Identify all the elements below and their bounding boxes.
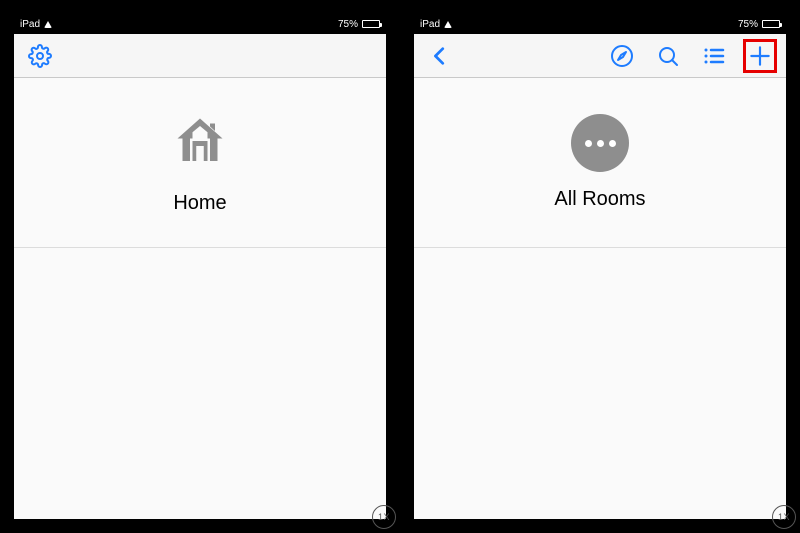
toolbar (414, 34, 786, 78)
zoom-badge: 1X (372, 505, 396, 529)
content-area: All Rooms (414, 78, 786, 519)
search-button[interactable] (652, 40, 684, 72)
status-left: iPad (420, 19, 452, 30)
battery-icon (362, 20, 380, 28)
settings-button[interactable] (24, 40, 56, 72)
status-bar: iPad 75% (14, 14, 386, 34)
back-chevron-icon (429, 45, 451, 67)
status-left: iPad (20, 19, 52, 30)
device-screen: iPad 75% Home (14, 14, 386, 519)
status-right: 75% (738, 19, 780, 30)
toolbar (14, 34, 386, 78)
all-rooms-tile-label: All Rooms (554, 188, 645, 211)
back-button[interactable] (424, 40, 456, 72)
screenshot-left: iPad 75% Home 1X (0, 0, 400, 533)
search-icon (656, 44, 680, 68)
carrier-label: iPad (420, 19, 440, 30)
battery-icon (762, 20, 780, 28)
gear-icon (28, 44, 52, 68)
plus-icon (747, 43, 773, 69)
more-icon (571, 114, 629, 172)
wifi-icon (444, 21, 452, 28)
list-button[interactable] (698, 40, 730, 72)
wifi-icon (44, 21, 52, 28)
battery-percent: 75% (338, 19, 358, 30)
home-icon (170, 111, 230, 176)
carrier-label: iPad (20, 19, 40, 30)
list-icon (702, 44, 726, 68)
zoom-badge: 1X (772, 505, 796, 529)
compass-icon (610, 44, 634, 68)
add-button[interactable] (744, 40, 776, 72)
home-tile[interactable]: Home (14, 78, 386, 248)
home-tile-label: Home (173, 192, 226, 215)
content-area: Home (14, 78, 386, 519)
status-bar: iPad 75% (414, 14, 786, 34)
all-rooms-tile[interactable]: All Rooms (414, 78, 786, 248)
explore-button[interactable] (606, 40, 638, 72)
screenshot-right: iPad 75% (400, 0, 800, 533)
device-screen: iPad 75% (414, 14, 786, 519)
status-right: 75% (338, 19, 380, 30)
battery-percent: 75% (738, 19, 758, 30)
